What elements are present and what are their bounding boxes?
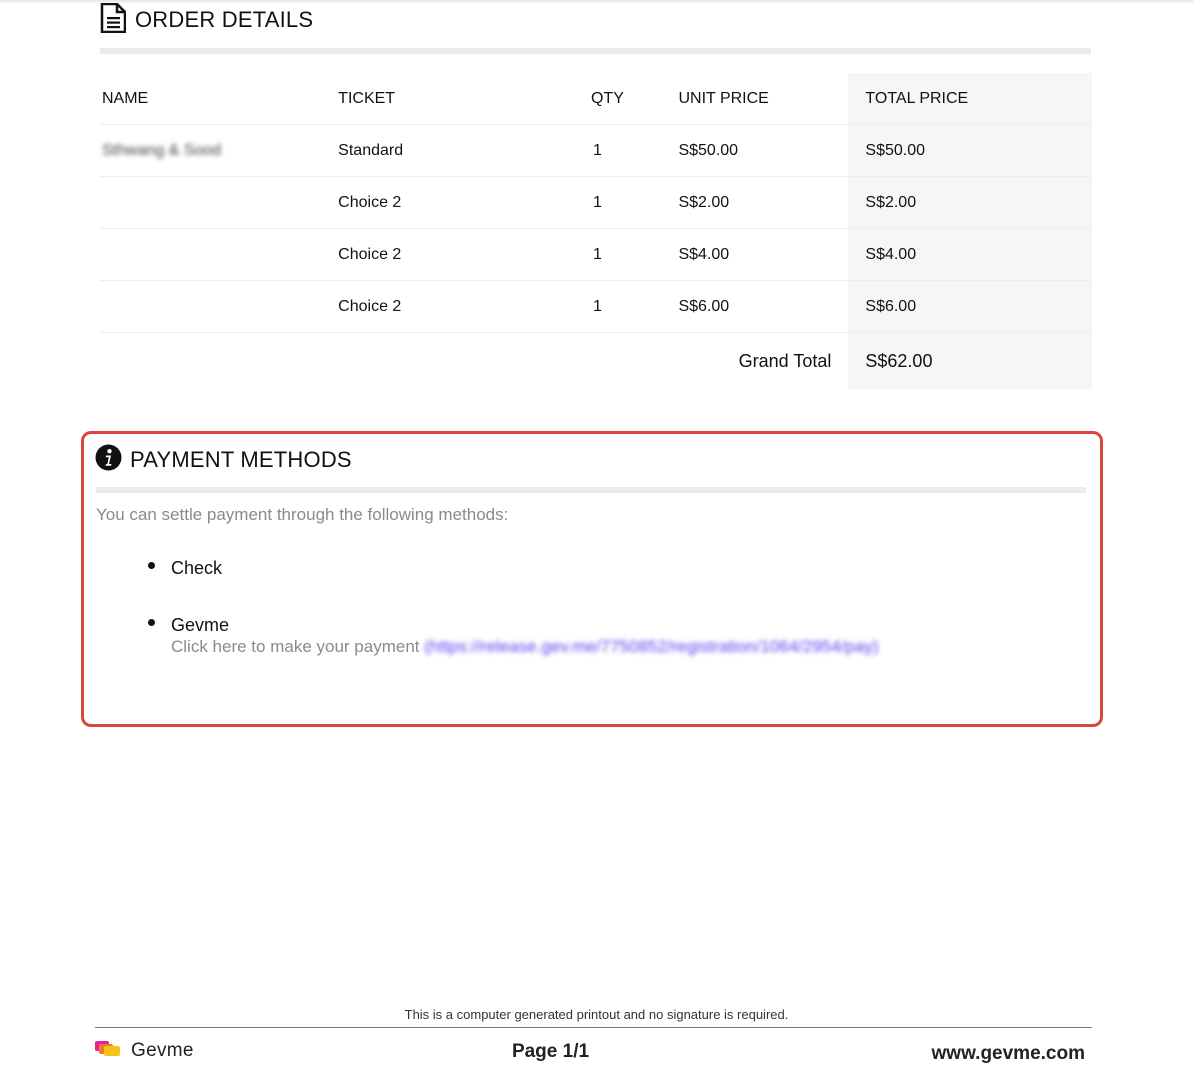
payment-method-check: Check	[171, 558, 223, 578]
table-header-row: NAME TICKET QTY UNIT PRICE TOTAL PRICE	[100, 73, 1092, 125]
grand-total-row: Grand Total S$62.00	[100, 332, 1092, 389]
column-header-name: NAME	[100, 73, 339, 125]
list-bullet	[148, 619, 155, 626]
qty-cell: 1	[590, 124, 679, 177]
attendee-name-cell	[100, 176, 339, 229]
payment-method-gevme: Gevme	[171, 615, 230, 635]
order-table: NAME TICKET QTY UNIT PRICE TOTAL PRICE S…	[100, 73, 1092, 389]
grand-total-label: Grand Total	[738, 350, 832, 371]
payment-methods-divider	[96, 487, 1086, 493]
payment-intro-text: You can settle payment through the follo…	[96, 505, 509, 524]
attendee-name-cell	[100, 280, 339, 333]
ticket-cell: Choice 2	[338, 176, 591, 229]
info-icon	[95, 444, 122, 476]
total-price-cell: S$4.00	[848, 228, 1092, 281]
unit-price-cell: S$2.00	[678, 176, 849, 229]
order-details-header: ORDER DETAILS	[100, 2, 314, 38]
attendee-name-cell: Sthwang & Sood	[100, 124, 339, 177]
payment-link[interactable]: (https://release.gev.me/7750852/registra…	[424, 637, 878, 656]
payment-methods-title: PAYMENT METHODS	[130, 447, 352, 472]
payment-link-note: Click here to make your payment	[171, 637, 420, 656]
order-details-title: ORDER DETAILS	[135, 7, 314, 32]
ticket-cell: Choice 2	[338, 228, 591, 281]
table-row: Choice 2 1 S$2.00 S$2.00	[100, 176, 1092, 229]
website-url: www.gevme.com	[931, 1043, 1085, 1064]
column-header-total-price: TOTAL PRICE	[848, 73, 1092, 125]
list-bullet	[148, 562, 155, 569]
attendee-name-cell	[100, 228, 339, 281]
total-price-cell: S$6.00	[848, 280, 1092, 333]
footer-note: This is a computer generated printout an…	[404, 1007, 789, 1022]
qty-cell: 1	[590, 176, 679, 229]
ticket-cell: Choice 2	[338, 280, 591, 333]
total-price-cell: S$2.00	[848, 176, 1092, 229]
column-header-qty: QTY	[590, 73, 679, 125]
qty-cell: 1	[590, 280, 679, 333]
footer-divider	[95, 1027, 1092, 1028]
ticket-cell: Standard	[338, 124, 591, 177]
qty-cell: 1	[590, 228, 679, 281]
attendee-name-redacted: Sthwang & Sood	[102, 141, 222, 159]
column-header-unit-price: UNIT PRICE	[678, 73, 849, 125]
payment-methods-header: PAYMENT METHODS	[95, 444, 352, 476]
grand-total-value: S$62.00	[848, 332, 1092, 389]
payment-link-line: Click here to make your payment (https:/…	[171, 637, 879, 657]
table-row: Choice 2 1 S$4.00 S$4.00	[100, 228, 1092, 281]
table-row: Choice 2 1 S$6.00 S$6.00	[100, 280, 1092, 333]
unit-price-cell: S$6.00	[678, 280, 849, 333]
table-row: Sthwang & Sood Standard 1 S$50.00 S$50.0…	[100, 124, 1092, 177]
unit-price-cell: S$4.00	[678, 228, 849, 281]
total-price-cell: S$50.00	[848, 124, 1092, 177]
column-header-ticket: TICKET	[338, 73, 591, 125]
document-icon	[100, 2, 127, 38]
order-details-divider	[100, 48, 1091, 54]
unit-price-cell: S$50.00	[678, 124, 849, 177]
